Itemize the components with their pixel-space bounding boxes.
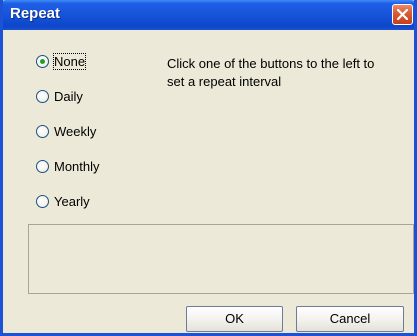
option-none[interactable]: None bbox=[36, 52, 166, 72]
option-label: Daily bbox=[54, 89, 83, 104]
option-monthly[interactable]: Monthly bbox=[36, 157, 166, 177]
radio-icon[interactable] bbox=[36, 55, 49, 68]
option-label: Yearly bbox=[54, 194, 90, 209]
repeat-dialog: Repeat None Daily Weekly Monthly Yearly bbox=[0, 0, 417, 336]
radio-icon[interactable] bbox=[36, 125, 49, 138]
option-label: None bbox=[52, 53, 87, 70]
hint-text: Click one of the buttons to the left to … bbox=[167, 56, 375, 89]
radio-icon[interactable] bbox=[36, 195, 49, 208]
cancel-button[interactable]: Cancel bbox=[296, 306, 404, 332]
option-yearly[interactable]: Yearly bbox=[36, 192, 166, 212]
option-label: Weekly bbox=[54, 124, 97, 139]
close-button[interactable] bbox=[392, 4, 413, 25]
option-daily[interactable]: Daily bbox=[36, 87, 166, 107]
detail-panel bbox=[28, 224, 414, 294]
title-bar[interactable]: Repeat bbox=[3, 0, 414, 30]
radio-icon[interactable] bbox=[36, 160, 49, 173]
radio-icon[interactable] bbox=[36, 90, 49, 103]
dialog-title: Repeat bbox=[10, 5, 61, 22]
repeat-options: None Daily Weekly Monthly Yearly bbox=[36, 52, 166, 227]
ok-button[interactable]: OK bbox=[186, 306, 283, 332]
option-label: Monthly bbox=[54, 159, 100, 174]
option-weekly[interactable]: Weekly bbox=[36, 122, 166, 142]
close-icon bbox=[397, 9, 408, 20]
